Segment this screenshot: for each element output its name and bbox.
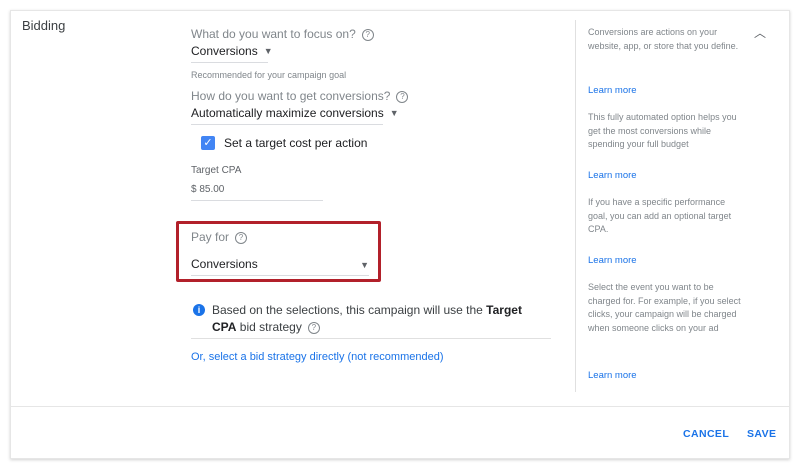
- footer-divider: [10, 406, 790, 407]
- learn-more-link[interactable]: Learn more: [588, 370, 637, 381]
- bid-strategy-info-text: Based on the selections, this campaign w…: [212, 302, 543, 336]
- learn-more-link[interactable]: Learn more: [588, 170, 637, 181]
- sidebar-help-text: If you have a specific performance goal,…: [588, 197, 732, 234]
- sidebar-help-text: Select the event you want to be charged …: [588, 282, 741, 333]
- target-cpa-underline: [191, 200, 323, 201]
- pay-for-value: Conversions: [191, 257, 258, 271]
- section-title: Bidding: [22, 18, 66, 33]
- cancel-button[interactable]: CANCEL: [683, 428, 729, 440]
- target-cpa-checkbox[interactable]: ✓: [201, 136, 215, 150]
- info-divider: [191, 338, 551, 339]
- target-cpa-label: Target CPA: [191, 165, 242, 176]
- pay-for-label-text: Pay for: [191, 230, 230, 244]
- focus-dropdown-underline: [191, 62, 268, 63]
- pay-for-dropdown[interactable]: Conversions ▼: [191, 257, 369, 271]
- conversions-question-text: How do you want to get conversions?: [191, 89, 391, 103]
- question-circle-icon[interactable]: ?: [307, 322, 320, 334]
- sidebar-divider: [575, 20, 576, 392]
- pay-for-label: Pay for?: [191, 230, 248, 244]
- conversions-method-value: Automatically maximize conversions: [191, 106, 384, 120]
- info-suffix: bid strategy: [236, 320, 302, 334]
- learn-more-link[interactable]: Learn more: [588, 85, 637, 96]
- sidebar-help-text: This fully automated option helps you ge…: [588, 112, 737, 149]
- conversions-question: How do you want to get conversions??: [191, 89, 409, 103]
- focus-recommendation: Recommended for your campaign goal: [191, 70, 347, 80]
- focus-question: What do you want to focus on??: [191, 27, 374, 41]
- caret-down-icon: ▼: [389, 108, 399, 118]
- sidebar-help-text: Conversions are actions on your website,…: [588, 27, 739, 51]
- focus-dropdown-value: Conversions: [191, 44, 258, 58]
- focus-dropdown[interactable]: Conversions ▼: [191, 44, 273, 58]
- target-cpa-checkbox-label: Set a target cost per action: [224, 136, 368, 150]
- pay-for-underline: [191, 275, 369, 276]
- select-bid-strategy-link[interactable]: Or, select a bid strategy directly (not …: [191, 351, 444, 363]
- focus-question-text: What do you want to focus on?: [191, 27, 356, 41]
- caret-down-icon: ▼: [263, 46, 273, 56]
- info-circle-icon: i: [193, 304, 205, 316]
- question-circle-icon[interactable]: ?: [235, 232, 248, 244]
- info-prefix: Based on the selections, this campaign w…: [212, 303, 487, 317]
- target-cpa-input[interactable]: $ 85.00: [191, 184, 224, 195]
- chevron-up-icon[interactable]: ︿: [753, 26, 767, 40]
- question-circle-icon[interactable]: ?: [396, 91, 409, 103]
- save-button[interactable]: SAVE: [747, 428, 776, 440]
- question-circle-icon[interactable]: ?: [361, 29, 374, 41]
- conversions-method-dropdown[interactable]: Automatically maximize conversions ▼: [191, 106, 399, 120]
- caret-down-icon: ▼: [360, 260, 369, 270]
- target-cpa-checkbox-row[interactable]: ✓ Set a target cost per action: [201, 136, 367, 150]
- conversions-method-underline: [191, 124, 383, 125]
- bid-strategy-info: i Based on the selections, this campaign…: [193, 302, 543, 336]
- learn-more-link[interactable]: Learn more: [588, 255, 637, 266]
- checkmark-icon: ✓: [203, 137, 213, 149]
